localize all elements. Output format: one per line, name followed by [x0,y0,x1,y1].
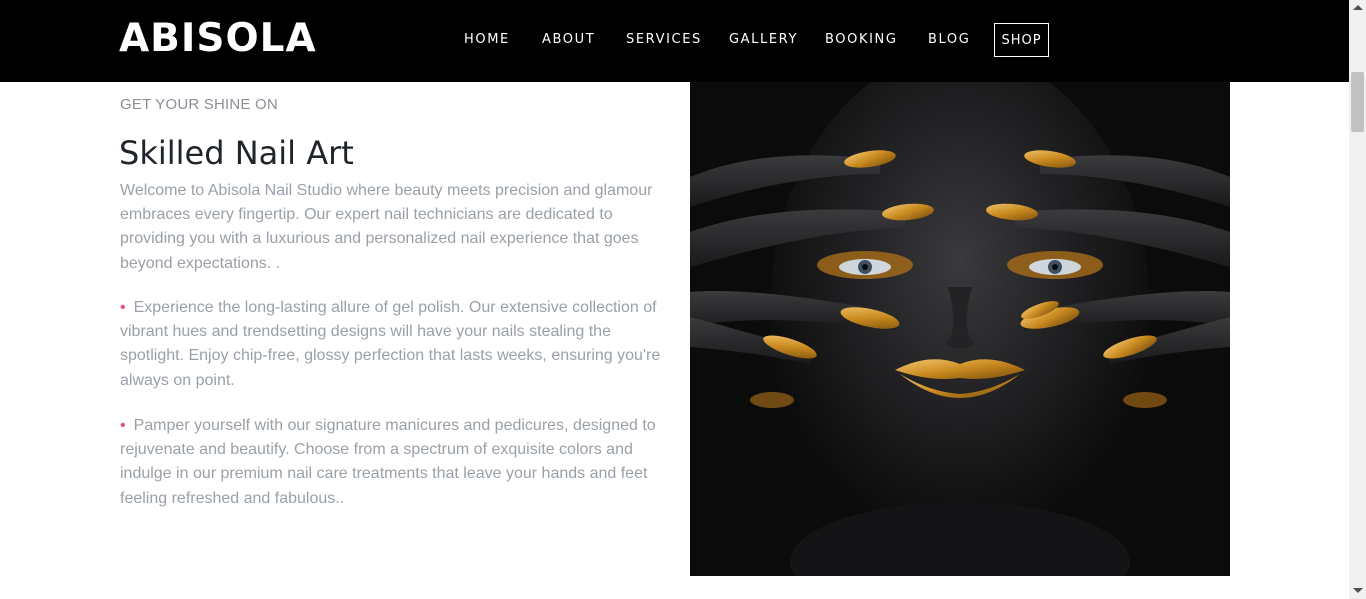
hero-illustration [690,82,1230,576]
nav-services[interactable]: SERVICES [626,32,702,48]
bullet-text: Pamper yourself with our signature manic… [120,417,656,507]
nav-home[interactable]: HOME [464,32,510,48]
nav-blog[interactable]: BLOG [928,32,970,48]
section-title: Skilled Nail Art [119,134,354,172]
site-logo[interactable]: ABISOLA [119,17,317,61]
shop-button[interactable]: SHOP [994,23,1049,57]
nav-booking[interactable]: BOOKING [825,32,898,48]
scroll-down-icon[interactable] [1353,588,1363,593]
nav-about[interactable]: ABOUT [542,32,595,48]
portrait-gold-nails-image [690,82,1230,576]
feature-bullet-manicures: • Pamper yourself with our signature mani… [120,414,665,511]
bullet-icon: • [120,299,126,316]
site-header: ABISOLA HOME ABOUT SERVICES GALLERY BOOK… [0,0,1349,82]
bullet-icon: • [120,417,126,434]
intro-paragraph: Welcome to Abisola Nail Studio where bea… [120,182,653,272]
scroll-up-icon[interactable] [1353,5,1363,10]
feature-bullet-gel-polish: • Experience the long-lasting allure of g… [120,296,665,393]
scrollbar-thumb[interactable] [1351,72,1364,132]
nav-gallery[interactable]: GALLERY [729,32,798,48]
bullet-text: Experience the long-lasting allure of ge… [120,299,661,389]
section-eyebrow: GET YOUR SHINE ON [120,96,278,113]
